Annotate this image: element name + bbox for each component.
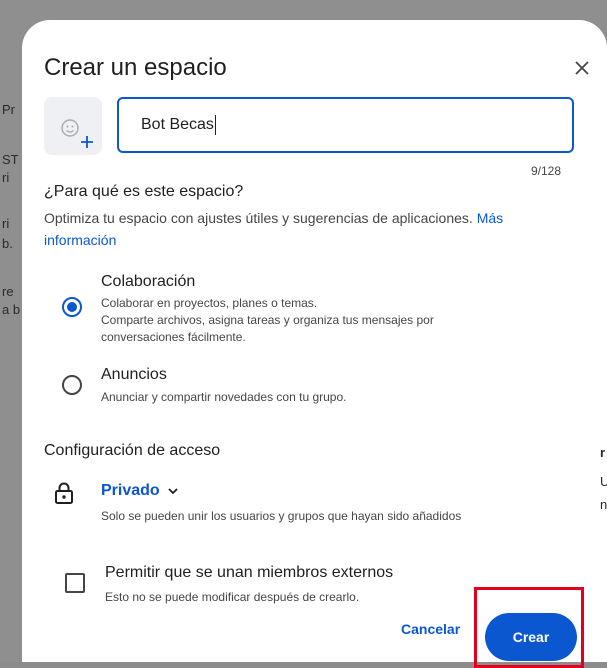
option-announcements-label: Anuncios	[101, 366, 167, 383]
background-text: ST	[2, 152, 19, 167]
option-collaboration-description: Colaborar en proyectos, planes o temas. …	[101, 296, 434, 344]
background-text: ri	[2, 170, 10, 185]
privacy-label: Privado	[101, 482, 160, 499]
purpose-heading: ¿Para qué es este espacio?	[44, 183, 244, 200]
space-name-input[interactable]: Bot Becas	[117, 97, 574, 153]
purpose-description: Optimiza tu espacio con ajustes útiles y…	[44, 207, 554, 251]
background-text: ri	[2, 216, 10, 231]
add-emoji-icon	[61, 119, 93, 148]
radio-announcements[interactable]	[61, 374, 83, 396]
external-members-checkbox[interactable]	[65, 573, 85, 593]
background-text: a b	[2, 302, 21, 317]
external-members-description: Esto no se puede modificar después de cr…	[105, 590, 360, 604]
radio-collaboration[interactable]	[61, 296, 83, 318]
option-collaboration-label: Colaboración	[101, 273, 196, 290]
chevron-down-icon	[168, 487, 178, 494]
create-button[interactable]: Crear	[485, 613, 577, 661]
text-caret	[214, 114, 216, 135]
character-counter: 9/128	[531, 164, 562, 178]
cancel-button[interactable]: Cancelar	[387, 612, 474, 646]
emoji-picker-button[interactable]	[44, 97, 102, 155]
background-text: n	[600, 497, 607, 512]
background-text: r	[600, 445, 606, 460]
privacy-description: Solo se pueden unir los usuarios y grupo…	[101, 509, 462, 523]
background-text: U	[600, 474, 607, 489]
purpose-description-text: Optimiza tu espacio con ajustes útiles y…	[44, 210, 477, 226]
close-icon	[575, 61, 589, 75]
background-text: b.	[2, 236, 13, 251]
background-text: Pr	[2, 102, 15, 117]
create-space-dialog: Crear un espacio Bot Becas 9/128 ¿Para q…	[22, 20, 607, 668]
lock-icon	[55, 482, 73, 504]
space-name-value: Bot Becas	[141, 116, 214, 133]
close-button[interactable]	[564, 50, 600, 86]
external-members-label: Permitir que se unan miembros externos	[105, 564, 394, 581]
privacy-dropdown[interactable]: Privado	[101, 482, 178, 500]
access-settings-heading: Configuración de acceso	[44, 442, 221, 459]
option-announcements-description: Anunciar y compartir novedades con tu gr…	[101, 390, 347, 404]
background-text: re	[2, 284, 14, 299]
dialog-title: Crear un espacio	[44, 54, 227, 81]
